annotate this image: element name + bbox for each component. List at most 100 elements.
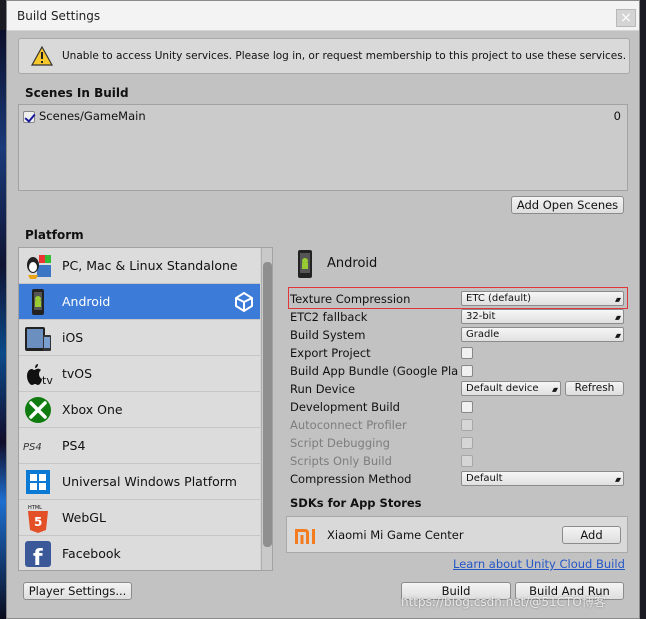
cloud-build-link[interactable]: Learn about Unity Cloud Build xyxy=(453,557,625,571)
selected-platform-title: Android xyxy=(327,256,378,271)
setting-compression-method: Compression Method Default ▴▾ xyxy=(290,470,630,488)
dropdown-value: Gradle xyxy=(466,329,500,340)
facebook-icon: f xyxy=(25,541,51,569)
scene-row[interactable]: Scenes/GameMain 0 xyxy=(23,109,623,125)
dropdown-value: Default xyxy=(466,473,503,484)
setting-label: Texture Compression xyxy=(290,292,411,306)
setting-label: Autoconnect Profiler xyxy=(290,418,407,432)
setting-label: Build App Bundle (Google Play) xyxy=(290,364,458,378)
dropdown-arrow-icon: ▴▾ xyxy=(614,475,621,484)
refresh-button[interactable]: Refresh xyxy=(565,381,624,396)
autoconnect-profiler-checkbox xyxy=(461,419,473,431)
platform-label: PS4 xyxy=(62,438,86,453)
unity-logo-icon xyxy=(235,292,253,312)
dropdown-arrow-icon: ▴▾ xyxy=(614,331,621,340)
add-open-scenes-button[interactable]: Add Open Scenes xyxy=(511,196,624,214)
setting-build-app-bundle: Build App Bundle (Google Play) xyxy=(290,362,630,380)
android-icon xyxy=(298,250,312,278)
dropdown-value: 32-bit xyxy=(466,311,496,322)
platform-item-ps4[interactable]: PS4 PS4 xyxy=(19,428,260,464)
tvos-icon: tv xyxy=(27,364,53,387)
platform-label: Android xyxy=(62,294,111,309)
setting-development-build: Development Build xyxy=(290,398,630,416)
svg-text:f: f xyxy=(33,546,43,569)
platform-label: Xbox One xyxy=(62,402,123,417)
build-system-dropdown[interactable]: Gradle ▴▾ xyxy=(461,327,624,342)
platform-item-tvos[interactable]: tv tvOS xyxy=(19,356,260,392)
dropdown-arrow-icon: ▴▾ xyxy=(614,295,621,304)
title-bar: Build Settings × xyxy=(7,1,639,31)
dropdown-value: Default device xyxy=(466,383,539,394)
scrollbar-thumb[interactable] xyxy=(263,262,272,547)
ios-icon xyxy=(25,327,51,351)
platform-label: PC, Mac & Linux Standalone xyxy=(62,258,238,273)
player-settings-button[interactable]: Player Settings... xyxy=(23,582,132,600)
setting-label: ETC2 fallback xyxy=(290,310,368,324)
svg-text:HTML: HTML xyxy=(28,505,42,511)
setting-export-project: Export Project xyxy=(290,344,630,362)
development-build-checkbox[interactable] xyxy=(461,401,473,413)
platform-item-standalone[interactable]: PC, Mac & Linux Standalone xyxy=(19,248,260,284)
platform-label: Facebook xyxy=(62,546,121,561)
window-title: Build Settings xyxy=(17,9,101,23)
platform-label: iOS xyxy=(62,330,84,345)
warning-triangle-icon xyxy=(31,46,53,66)
setting-run-device: Run Device Default device ▴▾ Refresh xyxy=(290,380,630,398)
setting-label: Export Project xyxy=(290,346,371,360)
script-debugging-checkbox xyxy=(461,437,473,449)
dropdown-arrow-icon: ▴▾ xyxy=(551,385,558,394)
html5-icon: HTML 5 xyxy=(28,505,48,533)
sdks-header: SDKs for App Stores xyxy=(290,496,422,510)
dropdown-arrow-icon: ▴▾ xyxy=(614,313,621,322)
setting-scripts-only-build: Scripts Only Build xyxy=(290,452,630,470)
scenes-list: Scenes/GameMain 0 xyxy=(18,104,628,191)
setting-label: Build System xyxy=(290,328,366,342)
scripts-only-build-checkbox xyxy=(461,455,473,467)
setting-build-system: Build System Gradle ▴▾ xyxy=(290,326,630,344)
platform-item-facebook[interactable]: f Facebook xyxy=(19,536,260,570)
export-project-checkbox[interactable] xyxy=(461,347,473,359)
platform-label: Universal Windows Platform xyxy=(62,474,237,489)
platform-label: tvOS xyxy=(62,366,93,381)
platform-label: WebGL xyxy=(62,510,106,525)
selected-platform-header: Android xyxy=(292,249,377,282)
platform-item-webgl[interactable]: HTML 5 WebGL xyxy=(19,500,260,536)
platform-item-xbox[interactable]: Xbox One xyxy=(19,392,260,428)
etc2-fallback-dropdown[interactable]: 32-bit ▴▾ xyxy=(461,309,624,324)
setting-label: Script Debugging xyxy=(290,436,390,450)
platform-header: Platform xyxy=(25,228,84,242)
xbox-icon xyxy=(25,397,51,423)
sdk-name: Xiaomi Mi Game Center xyxy=(327,528,464,542)
platform-item-ios[interactable]: iOS xyxy=(19,320,260,356)
scene-checkbox[interactable] xyxy=(23,110,35,123)
platform-list: PC, Mac & Linux Standalone Android iOS t… xyxy=(18,247,273,571)
setting-texture-compression: Texture Compression ETC (default) ▴▾ xyxy=(290,290,630,308)
run-device-dropdown[interactable]: Default device ▴▾ xyxy=(461,381,561,396)
sdk-item: Xiaomi Mi Game Center Add xyxy=(286,516,628,553)
platform-item-android[interactable]: Android xyxy=(19,284,260,320)
close-button[interactable]: × xyxy=(616,9,636,27)
scene-index: 0 xyxy=(613,109,621,123)
build-settings-window: Build Settings × Unable to access Unity … xyxy=(6,0,640,619)
platform-scrollbar[interactable] xyxy=(261,248,272,570)
texture-compression-dropdown[interactable]: ETC (default) ▴▾ xyxy=(461,291,624,306)
windows-icon xyxy=(26,470,50,494)
add-sdk-button[interactable]: Add xyxy=(562,526,621,544)
setting-label: Development Build xyxy=(290,400,400,414)
setting-label: Scripts Only Build xyxy=(290,454,392,468)
platform-item-uwp[interactable]: Universal Windows Platform xyxy=(19,464,260,500)
setting-label: Compression Method xyxy=(290,472,412,486)
build-app-bundle-checkbox[interactable] xyxy=(461,365,473,377)
svg-text:5: 5 xyxy=(34,515,42,529)
setting-etc2-fallback: ETC2 fallback 32-bit ▴▾ xyxy=(290,308,630,326)
warning-message: Unable to access Unity services. Please … xyxy=(62,50,627,62)
setting-script-debugging: Script Debugging xyxy=(290,434,630,452)
svg-text:tv: tv xyxy=(42,374,53,387)
scenes-header: Scenes In Build xyxy=(25,86,129,100)
watermark: https://blog.csdn.net/@51CTO博客 xyxy=(401,595,606,609)
android-icon xyxy=(32,289,44,315)
setting-autoconnect-profiler: Autoconnect Profiler xyxy=(290,416,630,434)
scene-name: Scenes/GameMain xyxy=(39,109,146,123)
standalone-icon xyxy=(27,255,51,279)
compression-method-dropdown[interactable]: Default ▴▾ xyxy=(461,471,624,486)
